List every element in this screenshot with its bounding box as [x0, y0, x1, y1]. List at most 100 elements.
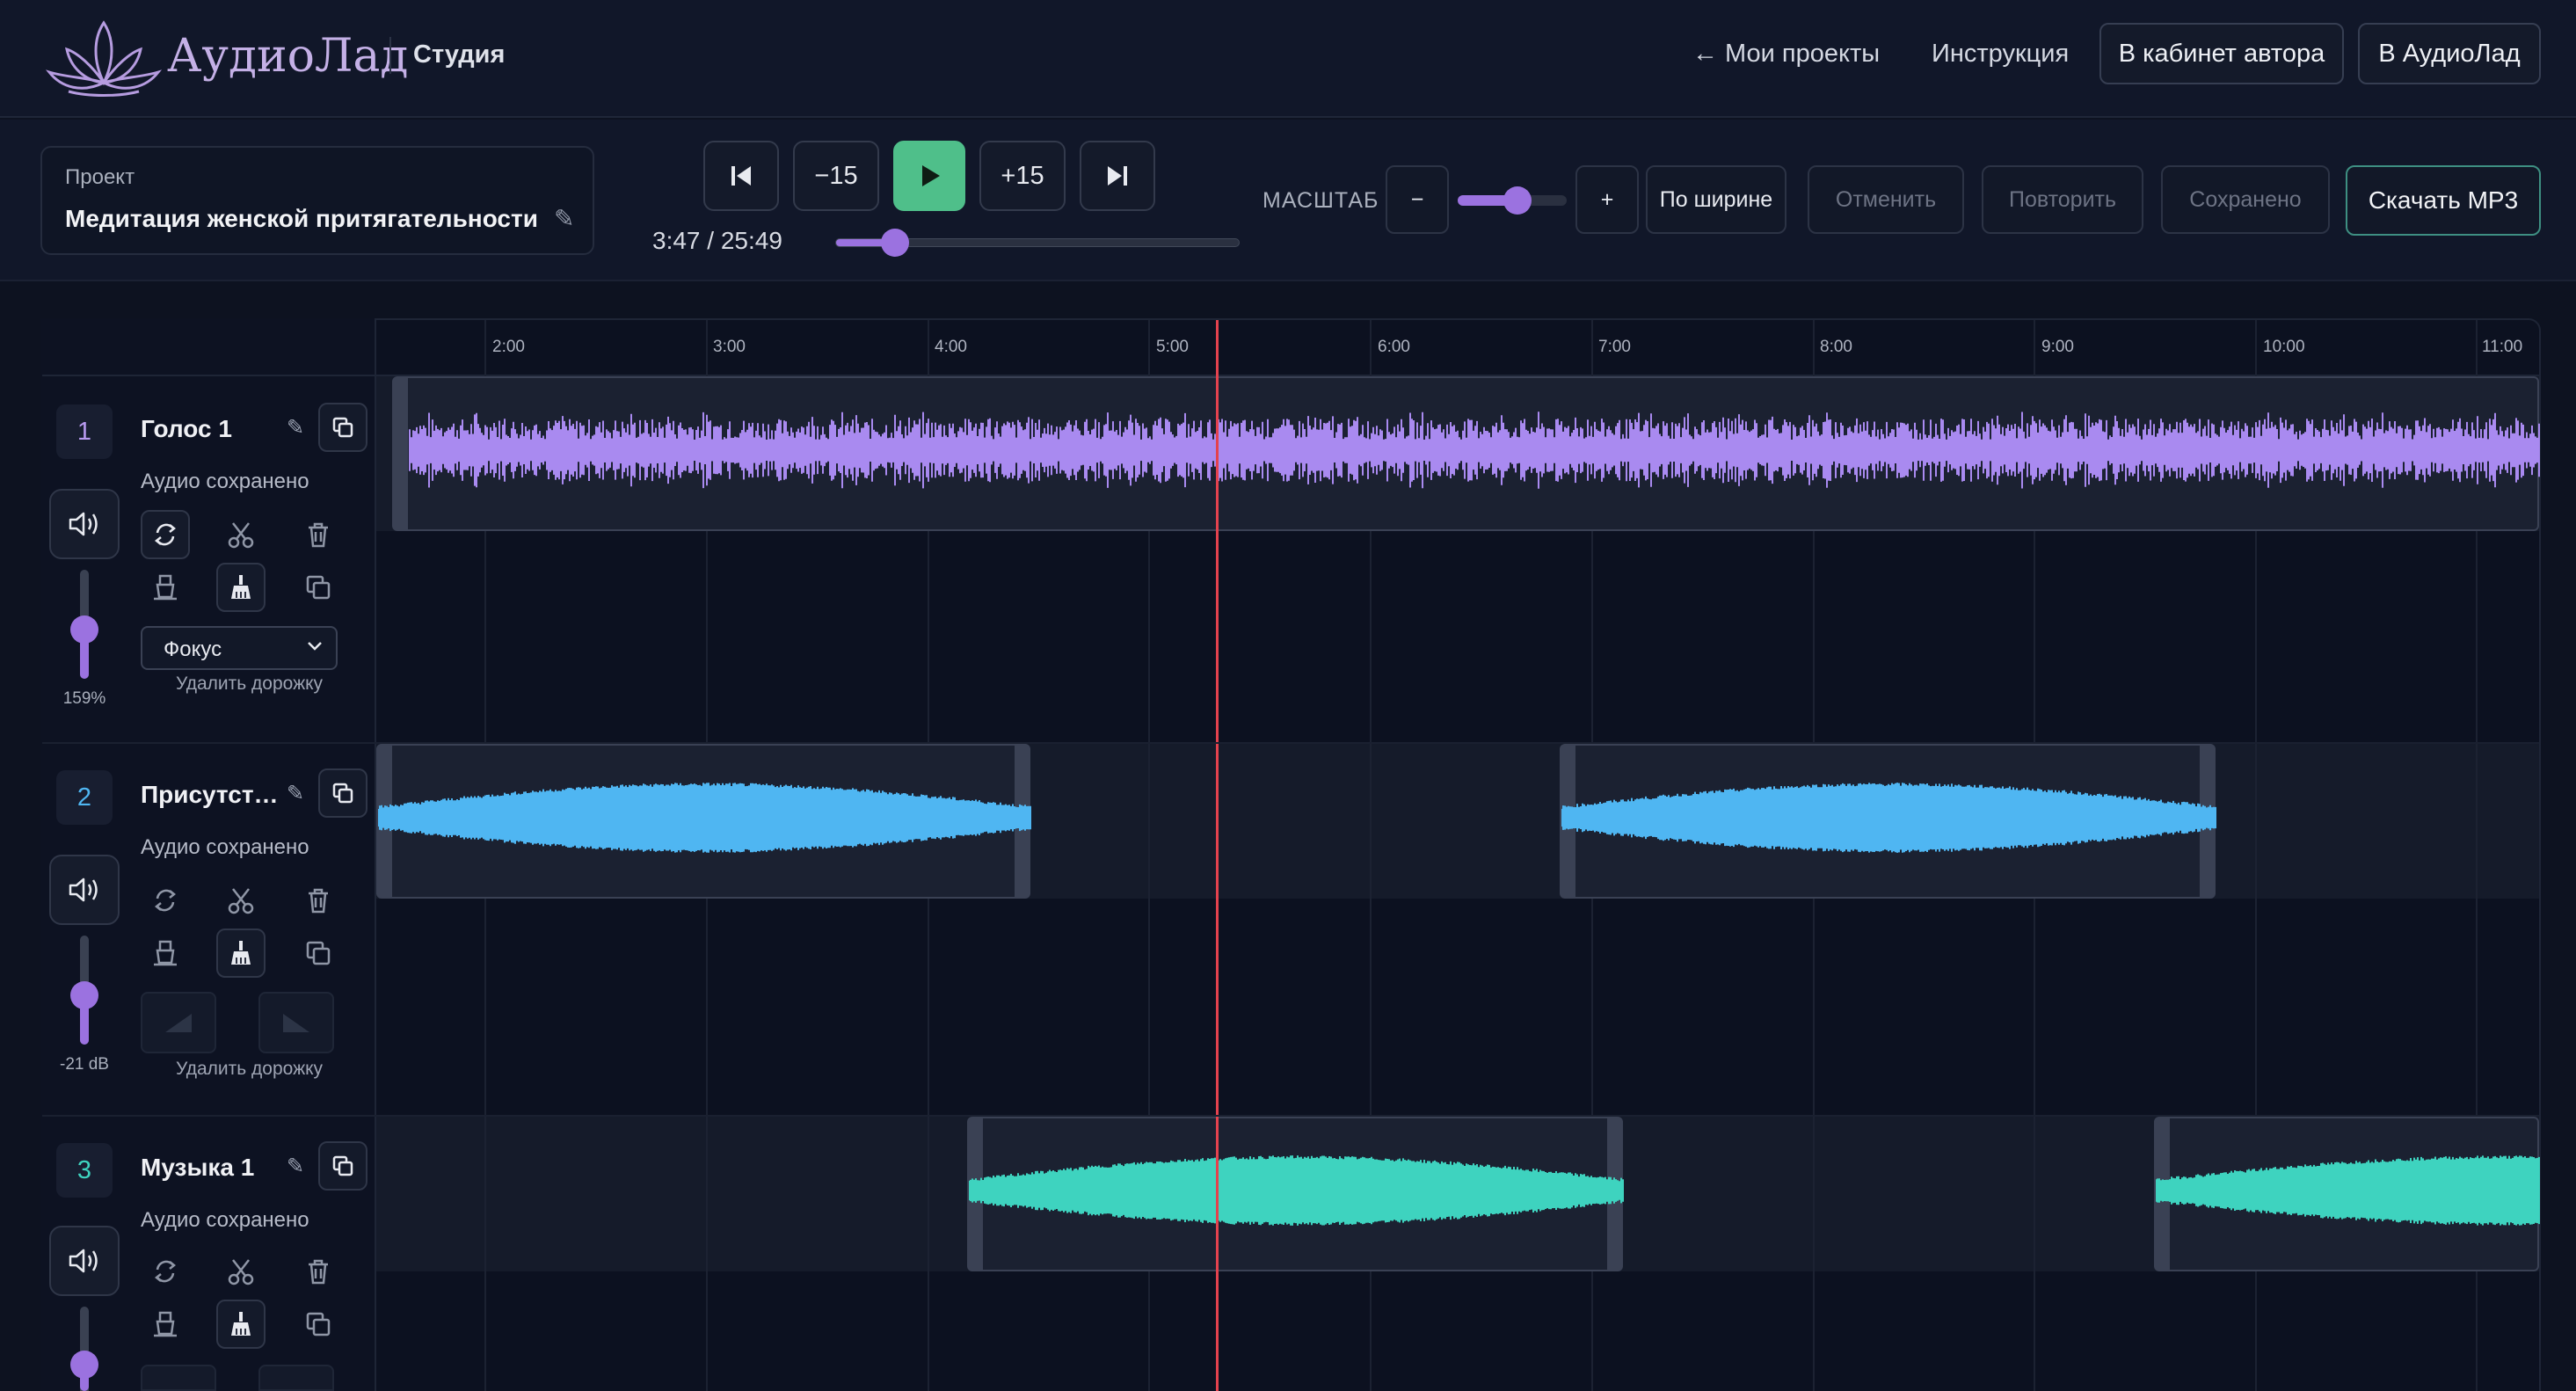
- playhead[interactable]: [1216, 320, 1219, 1391]
- ruler-tick-label: 3:00: [713, 338, 746, 356]
- mute-toggle-button[interactable]: [49, 489, 120, 559]
- rewind-15-button[interactable]: −15: [793, 141, 879, 211]
- time-ruler[interactable]: [376, 320, 2539, 376]
- trash-icon: [309, 522, 328, 548]
- ruler-tick-label: 2:00: [492, 338, 525, 356]
- audio-clip[interactable]: [2154, 1117, 2540, 1271]
- redo-button[interactable]: Повторить: [1982, 165, 2143, 234]
- zoom-slider[interactable]: [1458, 186, 1567, 215]
- time-readout: 3:47 / 25:49: [652, 227, 782, 254]
- header-divider: [389, 37, 391, 74]
- broom-icon: [231, 941, 251, 965]
- rename-pencil-icon[interactable]: ✎: [287, 1154, 304, 1179]
- skip-to-end-button[interactable]: [1080, 141, 1155, 211]
- fade-out-button[interactable]: [258, 1365, 334, 1391]
- volume-slider[interactable]: [70, 936, 98, 1045]
- duplicate-icon: [306, 941, 331, 965]
- mute-toggle-button[interactable]: [49, 1226, 120, 1296]
- eraser-icon: [154, 574, 177, 601]
- skip-to-start-button[interactable]: [703, 141, 779, 211]
- fade-in-icon: [165, 1014, 192, 1032]
- volume-thumb[interactable]: [70, 1351, 98, 1379]
- delete-track-link[interactable]: Удалить дорожку: [176, 1059, 323, 1080]
- split-clip-button[interactable]: [216, 1247, 266, 1296]
- audio-clip[interactable]: [392, 376, 2540, 531]
- duplicate-track-button[interactable]: [318, 403, 367, 452]
- lotus-logo-icon: [45, 20, 163, 97]
- download-mp3-button[interactable]: Скачать MP3: [2346, 165, 2541, 236]
- split-clip-button[interactable]: [216, 510, 266, 559]
- project-name[interactable]: Медитация женской притягательности ✎: [65, 204, 574, 233]
- mode-select[interactable]: Фокус: [141, 626, 338, 670]
- play-button[interactable]: [893, 141, 965, 211]
- audio-clip[interactable]: [967, 1117, 1624, 1271]
- track-name[interactable]: Голос 1: [141, 415, 232, 443]
- undo-button[interactable]: Отменить: [1808, 165, 1964, 234]
- ruler-tick-label: 7:00: [1598, 338, 1631, 356]
- pencil-icon[interactable]: ✎: [554, 205, 574, 232]
- clear-track-button[interactable]: [141, 1300, 190, 1349]
- zoom-in-button[interactable]: +: [1575, 165, 1639, 234]
- forward-15-button[interactable]: +15: [979, 141, 1066, 211]
- delete-clip-button[interactable]: [294, 1247, 343, 1296]
- scissors-icon: [228, 522, 254, 549]
- ruler-tick-label: 4:00: [935, 338, 967, 356]
- track-name[interactable]: Присутст…: [141, 781, 279, 809]
- duplicate-track-button[interactable]: [318, 768, 367, 818]
- rename-pencil-icon[interactable]: ✎: [287, 415, 304, 441]
- eraser-icon: [154, 1311, 177, 1337]
- copy-icon: [332, 417, 353, 438]
- copy-icon: [332, 1155, 353, 1176]
- cleanup-button[interactable]: [216, 1300, 266, 1349]
- loop-icon: [154, 523, 177, 546]
- fade-out-button[interactable]: [258, 992, 334, 1053]
- volume-thumb[interactable]: [70, 981, 98, 1010]
- ruler-corner: [42, 320, 376, 376]
- mute-toggle-button[interactable]: [49, 855, 120, 925]
- clear-track-button[interactable]: [141, 929, 190, 978]
- volume-thumb[interactable]: [70, 615, 98, 645]
- volume-slider[interactable]: [70, 570, 98, 679]
- zoom-thumb[interactable]: [1503, 186, 1532, 215]
- copy-clip-button[interactable]: [294, 1300, 343, 1349]
- delete-clip-button[interactable]: [294, 876, 343, 925]
- clip-waveform: [409, 411, 2540, 489]
- loop-button[interactable]: [141, 1247, 190, 1296]
- clear-track-button[interactable]: [141, 563, 190, 612]
- delete-clip-button[interactable]: [294, 510, 343, 559]
- loop-icon: [154, 889, 177, 912]
- audiolad-button[interactable]: В АудиоЛад: [2358, 23, 2541, 84]
- cleanup-button[interactable]: [216, 929, 266, 978]
- audio-clip[interactable]: [1560, 744, 2216, 899]
- eraser-icon: [154, 940, 177, 966]
- volume-value: -21 dB: [60, 1055, 109, 1074]
- instructions-link[interactable]: Инструкция: [1932, 40, 2069, 69]
- playback-progress-slider[interactable]: [835, 229, 1240, 257]
- volume-slider[interactable]: [70, 1307, 98, 1391]
- fade-in-button[interactable]: [141, 1365, 216, 1391]
- broom-icon: [231, 575, 251, 599]
- duplicate-track-button[interactable]: [318, 1141, 367, 1191]
- fit-width-button[interactable]: По ширине: [1646, 165, 1786, 234]
- fade-in-button[interactable]: [141, 992, 216, 1053]
- my-projects-link[interactable]: ← Мои проекты: [1692, 40, 1880, 69]
- audio-clip[interactable]: [376, 744, 1031, 899]
- loop-button[interactable]: [141, 876, 190, 925]
- saved-status-button[interactable]: Сохранено: [2161, 165, 2330, 234]
- clip-waveform: [1561, 783, 2216, 853]
- split-clip-button[interactable]: [216, 876, 266, 925]
- play-icon: [922, 165, 940, 186]
- delete-track-link[interactable]: Удалить дорожку: [176, 674, 323, 695]
- author-cabinet-button[interactable]: В кабинет автора: [2099, 23, 2344, 84]
- zoom-out-button[interactable]: −: [1386, 165, 1449, 234]
- copy-clip-button[interactable]: [294, 563, 343, 612]
- skip-back-icon: [731, 166, 751, 186]
- scissors-icon: [228, 1259, 254, 1285]
- speaker-icon: [69, 878, 98, 902]
- cleanup-button[interactable]: [216, 563, 266, 612]
- rename-pencil-icon[interactable]: ✎: [287, 781, 304, 806]
- waveform-path: [1561, 783, 2216, 853]
- track-name[interactable]: Музыка 1: [141, 1154, 254, 1182]
- copy-clip-button[interactable]: [294, 929, 343, 978]
- loop-button[interactable]: [141, 510, 190, 559]
